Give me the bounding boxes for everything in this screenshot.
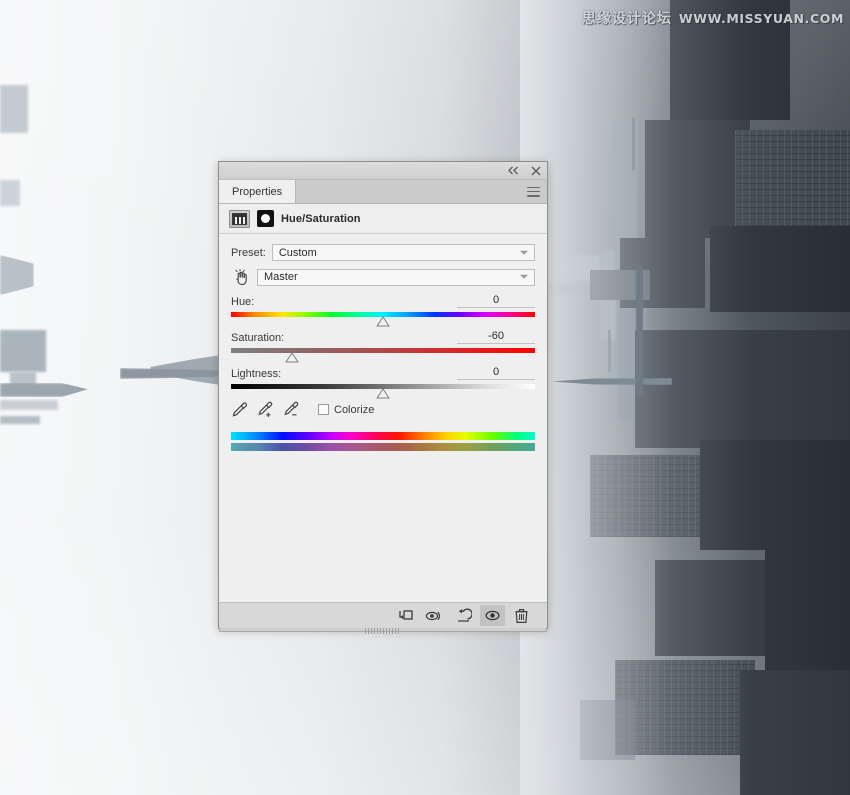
panel-tab-strip: Properties bbox=[219, 180, 547, 204]
channel-dropdown[interactable]: Master bbox=[257, 268, 535, 286]
properties-panel[interactable]: Properties Hue/Saturation Preset: Custom bbox=[218, 161, 548, 634]
slider-saturation-thumb[interactable] bbox=[285, 352, 299, 363]
adjustment-title: Hue/Saturation bbox=[281, 212, 361, 225]
watermark-url: WWW.MISSYUAN.COM bbox=[678, 10, 844, 26]
panel-resize-grip[interactable] bbox=[365, 628, 401, 634]
slider-lightness-label: Lightness: bbox=[231, 368, 282, 380]
hue-saturation-adjustment-icon[interactable] bbox=[229, 209, 250, 228]
spectrum-bar-result[interactable] bbox=[231, 443, 535, 451]
slider-saturation-value[interactable]: -60 bbox=[457, 330, 535, 344]
eyedropper-icon[interactable] bbox=[231, 401, 248, 418]
preset-row: Preset: Custom bbox=[231, 244, 535, 261]
watermark-chinese: 思缘设计论坛 bbox=[581, 11, 672, 27]
slider-hue-label: Hue: bbox=[231, 296, 255, 308]
chevron-down-icon bbox=[520, 250, 528, 255]
slider-saturation-label: Saturation: bbox=[231, 332, 285, 344]
colorize-label: Colorize bbox=[334, 403, 375, 416]
preset-dropdown[interactable]: Custom bbox=[271, 244, 535, 261]
screenshot-stage: 思缘设计论坛 WWW.MISSYUAN.COM Properties Hue/S… bbox=[0, 0, 850, 795]
slider-saturation: Saturation: -60 bbox=[231, 329, 535, 363]
layer-mask-thumbnail-icon[interactable] bbox=[257, 210, 274, 227]
view-previous-state-button[interactable] bbox=[422, 605, 447, 626]
slider-lightness: Lightness: 0 bbox=[231, 365, 535, 399]
collapse-double-chevron-icon[interactable] bbox=[507, 166, 520, 175]
hamburger-menu-icon[interactable] bbox=[527, 186, 540, 197]
adjustment-header: Hue/Saturation bbox=[219, 204, 547, 234]
color-range-spectrum bbox=[231, 432, 535, 451]
channel-row: Master bbox=[231, 268, 535, 286]
toggle-visibility-button[interactable] bbox=[480, 605, 505, 626]
preset-label: Preset: bbox=[231, 246, 266, 259]
atmospheric-haze bbox=[520, 0, 850, 795]
colorize-checkbox-group[interactable]: Colorize bbox=[318, 404, 374, 416]
panel-window-bar bbox=[219, 162, 547, 180]
eyedropper-tool-row: Colorize bbox=[231, 401, 535, 418]
chevron-down-icon bbox=[520, 274, 528, 279]
slider-hue-value[interactable]: 0 bbox=[457, 294, 535, 308]
antenna-mast bbox=[636, 265, 643, 395]
eyedropper-plus-icon[interactable] bbox=[257, 401, 274, 418]
eyedropper-minus-icon[interactable] bbox=[283, 401, 300, 418]
delete-adjustment-button[interactable] bbox=[509, 605, 534, 626]
tab-properties-label: Properties bbox=[232, 185, 283, 198]
slider-hue-track[interactable] bbox=[231, 312, 535, 327]
slider-saturation-track[interactable] bbox=[231, 348, 535, 363]
spectrum-bar-full bbox=[231, 432, 535, 440]
panel-footer-toolbar bbox=[219, 602, 547, 628]
panel-body: Preset: Custom Master Hue: 0 Saturation:… bbox=[219, 234, 547, 602]
on-image-adjustment-hand-icon[interactable] bbox=[231, 268, 251, 286]
slider-lightness-value[interactable]: 0 bbox=[457, 366, 535, 380]
saturation-spectrum-bar bbox=[231, 348, 535, 353]
slider-hue: Hue: 0 bbox=[231, 293, 535, 327]
slider-lightness-thumb[interactable] bbox=[376, 388, 390, 399]
colorize-checkbox[interactable] bbox=[318, 404, 329, 415]
tab-properties[interactable]: Properties bbox=[219, 180, 297, 203]
reset-button[interactable] bbox=[451, 605, 476, 626]
channel-value: Master bbox=[264, 271, 298, 283]
preset-value: Custom bbox=[278, 246, 317, 259]
slider-hue-thumb[interactable] bbox=[376, 316, 390, 327]
watermark: 思缘设计论坛 WWW.MISSYUAN.COM bbox=[582, 8, 844, 28]
close-icon[interactable] bbox=[531, 165, 541, 176]
clip-to-layer-button[interactable] bbox=[393, 605, 418, 626]
slider-lightness-track[interactable] bbox=[231, 384, 535, 399]
